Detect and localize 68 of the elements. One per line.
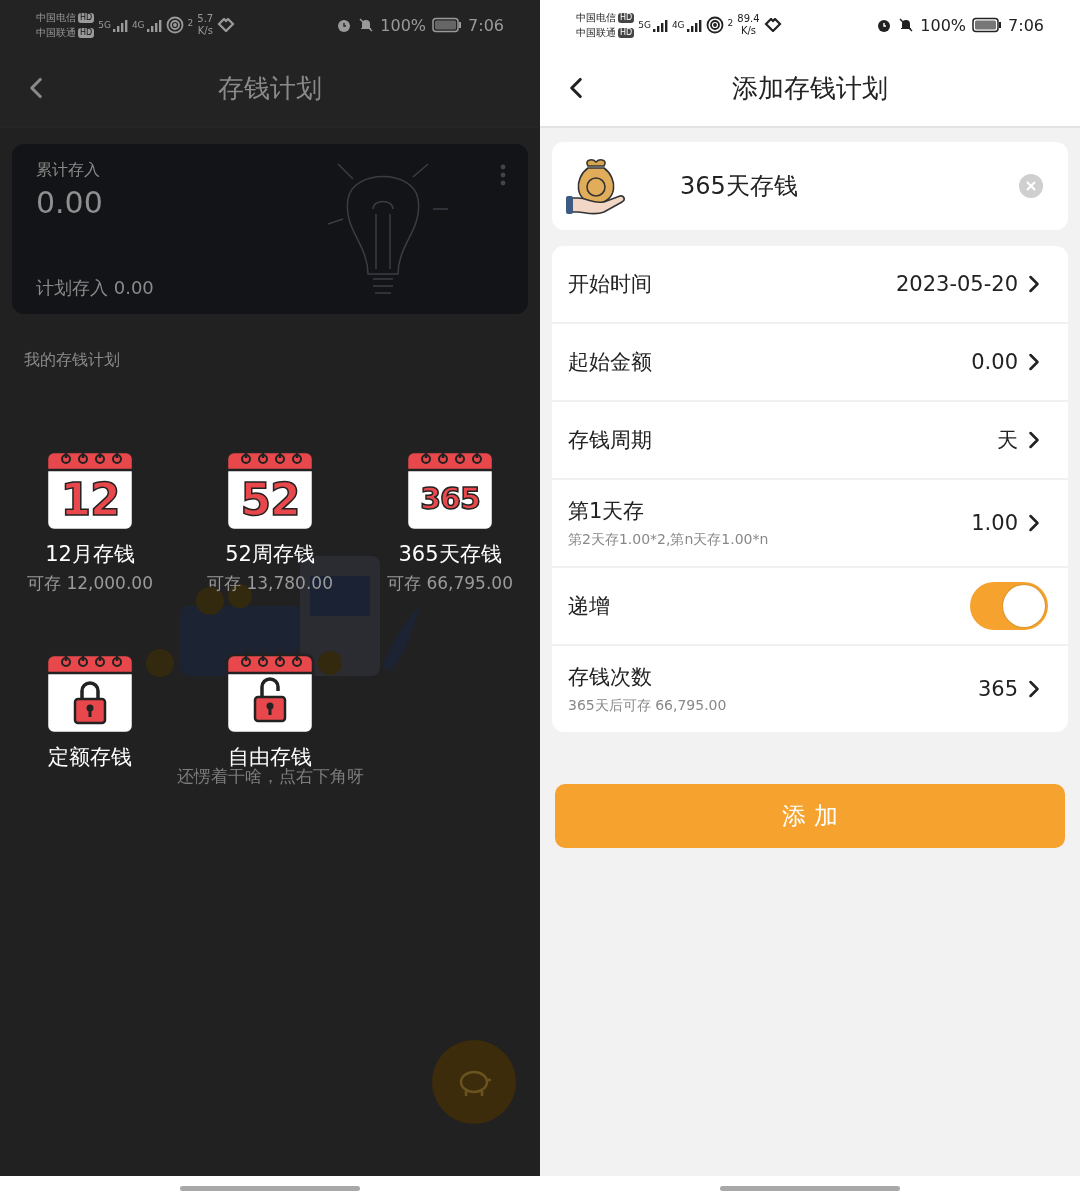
hotspot-count: 2: [187, 18, 194, 28]
plan-name-input[interactable]: 365天存钱: [680, 166, 1018, 206]
battery-icon: [432, 17, 463, 33]
signal-icon: [651, 18, 668, 32]
toggle-switch[interactable]: [970, 582, 1048, 630]
plan-template[interactable]: 12 12月存钱 可存 12,000.00: [0, 442, 180, 595]
status-time: 7:06: [1008, 15, 1044, 35]
total-saved-label: 累计存入: [36, 160, 100, 181]
plan-name-field[interactable]: 365天存钱: [552, 142, 1068, 230]
carrier-name: 中国联通: [36, 26, 76, 40]
network-type: 4G: [671, 20, 685, 30]
plan-template[interactable]: 365 365天存钱 可存 66,795.00: [360, 442, 540, 595]
battery-icon: [972, 17, 1003, 33]
home-indicator[interactable]: [180, 1185, 360, 1191]
hd-badge: HD: [618, 27, 635, 38]
open-lock-icon: [253, 677, 287, 723]
setting-value[interactable]: 天: [997, 426, 1048, 454]
hd-badge: HD: [78, 12, 95, 23]
hotspot-icon: [705, 16, 724, 34]
lock-icon: [73, 679, 107, 725]
plan-template[interactable]: 52 52周存钱 可存 13,780.00: [180, 442, 360, 595]
hotspot-count: 2: [727, 18, 734, 28]
battery-percent: 100%: [380, 15, 427, 35]
alarm-icon: [336, 17, 353, 33]
signal-icon: [145, 18, 162, 32]
network-type: 5G: [98, 20, 111, 30]
setting-value[interactable]: 0.00: [971, 348, 1048, 376]
setting-label: 开始时间: [568, 271, 652, 298]
network-speed: 5.7: [197, 13, 214, 25]
setting-label: 递增: [568, 593, 610, 620]
total-saved-value: 0.00: [36, 185, 103, 220]
more-icon[interactable]: [500, 164, 506, 186]
hotspot-icon: [165, 16, 184, 34]
battery-percent: 100%: [920, 15, 967, 35]
network-type: 4G: [131, 20, 145, 30]
setting-label: 存钱次数: [568, 664, 652, 691]
setting-value[interactable]: 365: [977, 675, 1048, 703]
network-speed: 89.4: [737, 13, 760, 25]
hd-badge: HD: [618, 12, 635, 23]
alarm-icon: [876, 17, 893, 33]
carrier-name: 中国电信: [36, 11, 76, 25]
speed-unit: K/s: [740, 25, 757, 37]
setting-label: 起始金额: [568, 349, 652, 376]
home-indicator[interactable]: [720, 1185, 900, 1191]
page-title: 存钱计划: [218, 71, 322, 105]
signal-icon: [111, 18, 128, 32]
speed-unit: K/s: [197, 25, 213, 37]
calendar-number: 365: [420, 484, 480, 514]
calendar-number: 12: [60, 478, 120, 522]
page-title: 添加存钱计划: [732, 71, 888, 105]
carrier-name: 中国联通: [576, 26, 616, 40]
signal-icon: [685, 18, 702, 32]
planned-saving: 计划存入 0.00: [36, 276, 154, 300]
clear-button[interactable]: [1018, 173, 1044, 199]
network-type: 5G: [638, 20, 651, 30]
setting-value[interactable]: 2023-05-20: [895, 270, 1048, 298]
setting-note: 第2天存1.00*2,第n天存1.00*n: [568, 531, 769, 549]
calendar-number: 52: [240, 478, 300, 522]
setting-note: 365天后可存 66,795.00: [568, 697, 727, 715]
section-title: 我的存钱计划: [24, 350, 120, 371]
setting-label: 第1天存: [568, 498, 645, 525]
setting-value[interactable]: 1.00: [971, 509, 1048, 537]
muted-bell-icon: [358, 17, 375, 33]
carrier-name: 中国电信: [576, 11, 616, 25]
muted-bell-icon: [898, 17, 915, 33]
hd-badge: HD: [78, 27, 95, 38]
status-time: 7:06: [468, 15, 504, 35]
setting-label: 存钱周期: [568, 427, 652, 454]
